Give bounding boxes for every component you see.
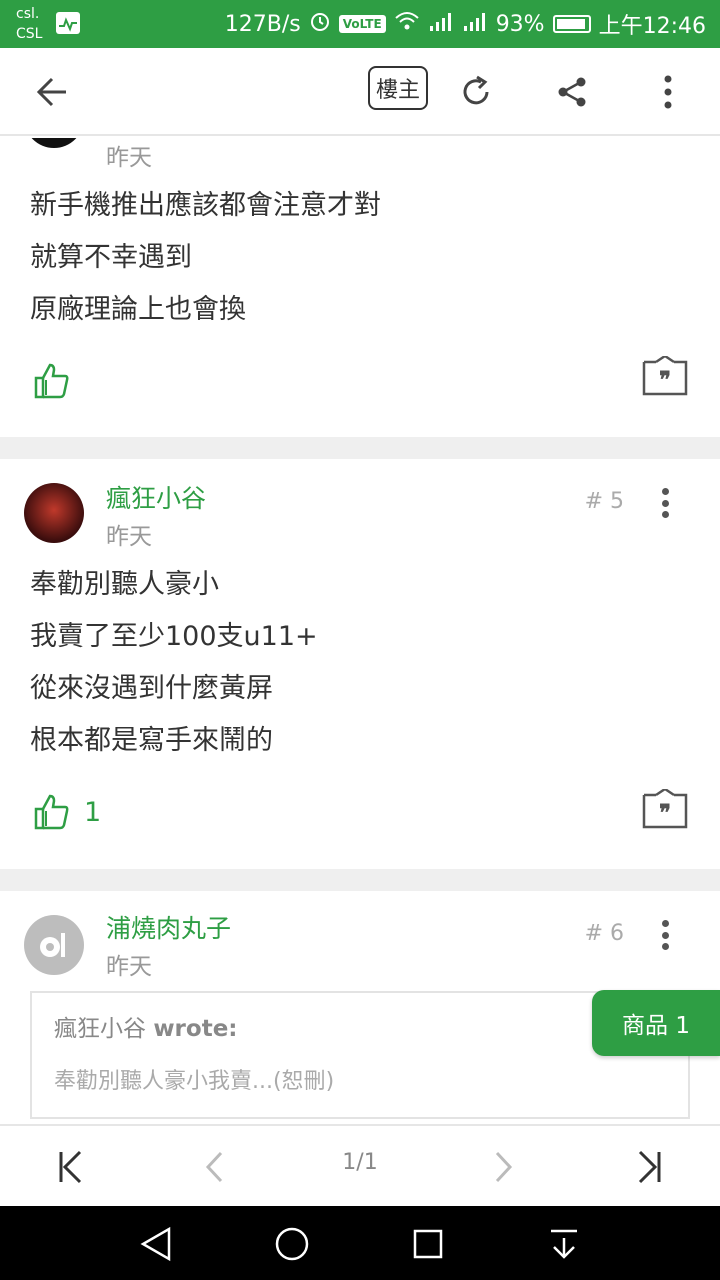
status-bar: csl. CSL 127B/s VoLTE 93% 上午12:46 xyxy=(0,0,720,48)
carrier-label: csl. CSL xyxy=(16,4,42,44)
carrier-line-1: csl. xyxy=(16,6,40,22)
share-icon[interactable] xyxy=(546,66,598,118)
quote-wrote: wrote: xyxy=(153,1016,238,1042)
quote-reply-icon[interactable]: ❞ xyxy=(642,354,688,396)
post-body: 新手機推出應該都會注意才對 就算不幸遇到 原廠理論上也會換 xyxy=(30,190,381,325)
signal-icon xyxy=(428,10,454,38)
carrier-line-2: CSL xyxy=(16,26,43,42)
floor-number: # 6 xyxy=(584,921,624,946)
post-more-icon[interactable] xyxy=(650,483,680,523)
post-time: 昨天 xyxy=(106,954,152,980)
author-only-button[interactable]: 樓主 xyxy=(368,66,428,110)
like-count: 1 xyxy=(84,796,102,828)
post-item: 昨天 新手機推出應該都會注意才對 就算不幸遇到 原廠理論上也會換 ❞ xyxy=(0,138,720,437)
post-list: 昨天 新手機推出應該都會注意才對 就算不幸遇到 原廠理論上也會換 ❞ 瘋狂小谷 … xyxy=(0,138,720,1124)
post-item: 瘋狂小谷 昨天 # 5 奉勸別聽人豪小 我賣了至少100支u11+ 從來沒遇到什… xyxy=(0,459,720,869)
activity-icon xyxy=(56,12,80,34)
back-arrow-icon[interactable] xyxy=(26,66,78,118)
volte-badge: VoLTE xyxy=(338,15,386,33)
next-page-icon[interactable] xyxy=(478,1142,528,1192)
nav-recents-icon[interactable] xyxy=(408,1224,448,1264)
product-floating-tab[interactable]: 商品 1 xyxy=(592,990,720,1056)
last-page-icon[interactable] xyxy=(624,1142,674,1192)
avatar[interactable] xyxy=(24,483,84,543)
quote-text: 奉勸別聽人豪小我賣...(恕刪) xyxy=(54,1069,335,1094)
page-indicator[interactable]: 1/1 xyxy=(320,1150,400,1175)
system-nav-bar xyxy=(0,1206,720,1280)
quoted-post[interactable]: 瘋狂小谷 wrote: 奉勸別聽人豪小我賣...(恕刪) xyxy=(30,991,690,1119)
avatar[interactable] xyxy=(24,915,84,975)
nav-home-icon[interactable] xyxy=(272,1224,312,1264)
post-more-icon[interactable] xyxy=(650,915,680,955)
prev-page-icon[interactable] xyxy=(190,1142,240,1192)
alarm-icon xyxy=(309,10,331,38)
post-separator xyxy=(0,437,720,459)
battery-percent: 93% xyxy=(495,11,545,37)
thumbs-up-icon xyxy=(34,794,69,830)
battery-icon xyxy=(552,15,591,33)
wifi-icon xyxy=(394,10,420,38)
clock: 上午12:46 xyxy=(598,14,706,39)
post-body: 奉勸別聽人豪小 我賣了至少100支u11+ 從來沒遇到什麼黃屏 根本都是寫手來鬧… xyxy=(30,569,318,756)
post-time: 昨天 xyxy=(106,145,152,171)
like-button[interactable] xyxy=(32,362,84,400)
post-time: 昨天 xyxy=(106,524,152,550)
top-toolbar: 樓主 xyxy=(0,48,720,136)
refresh-icon[interactable] xyxy=(450,66,502,118)
svg-text:❞: ❞ xyxy=(659,367,671,393)
quote-reply-icon[interactable]: ❞ xyxy=(642,787,688,829)
post-username[interactable]: 瘋狂小谷 xyxy=(106,479,206,515)
post-separator xyxy=(0,869,720,891)
network-speed: 127B/s xyxy=(224,11,301,37)
quote-author: 瘋狂小谷 xyxy=(54,1016,146,1042)
quote-author-line: 瘋狂小谷 wrote: xyxy=(54,1009,666,1043)
avatar[interactable] xyxy=(24,138,84,148)
floor-number: # 5 xyxy=(584,489,624,514)
like-button[interactable]: 1 xyxy=(32,793,101,831)
first-page-icon[interactable] xyxy=(46,1142,96,1192)
post-username[interactable]: 浦燒肉丸子 xyxy=(106,909,231,945)
signal-icon-2 xyxy=(462,10,488,38)
overflow-menu-icon[interactable] xyxy=(642,66,694,118)
nav-notification-icon[interactable] xyxy=(544,1224,584,1264)
svg-text:❞: ❞ xyxy=(659,800,671,826)
pagination-bar: 1/1 xyxy=(0,1124,720,1206)
nav-back-icon[interactable] xyxy=(136,1224,176,1264)
thumbs-up-icon xyxy=(34,363,69,399)
